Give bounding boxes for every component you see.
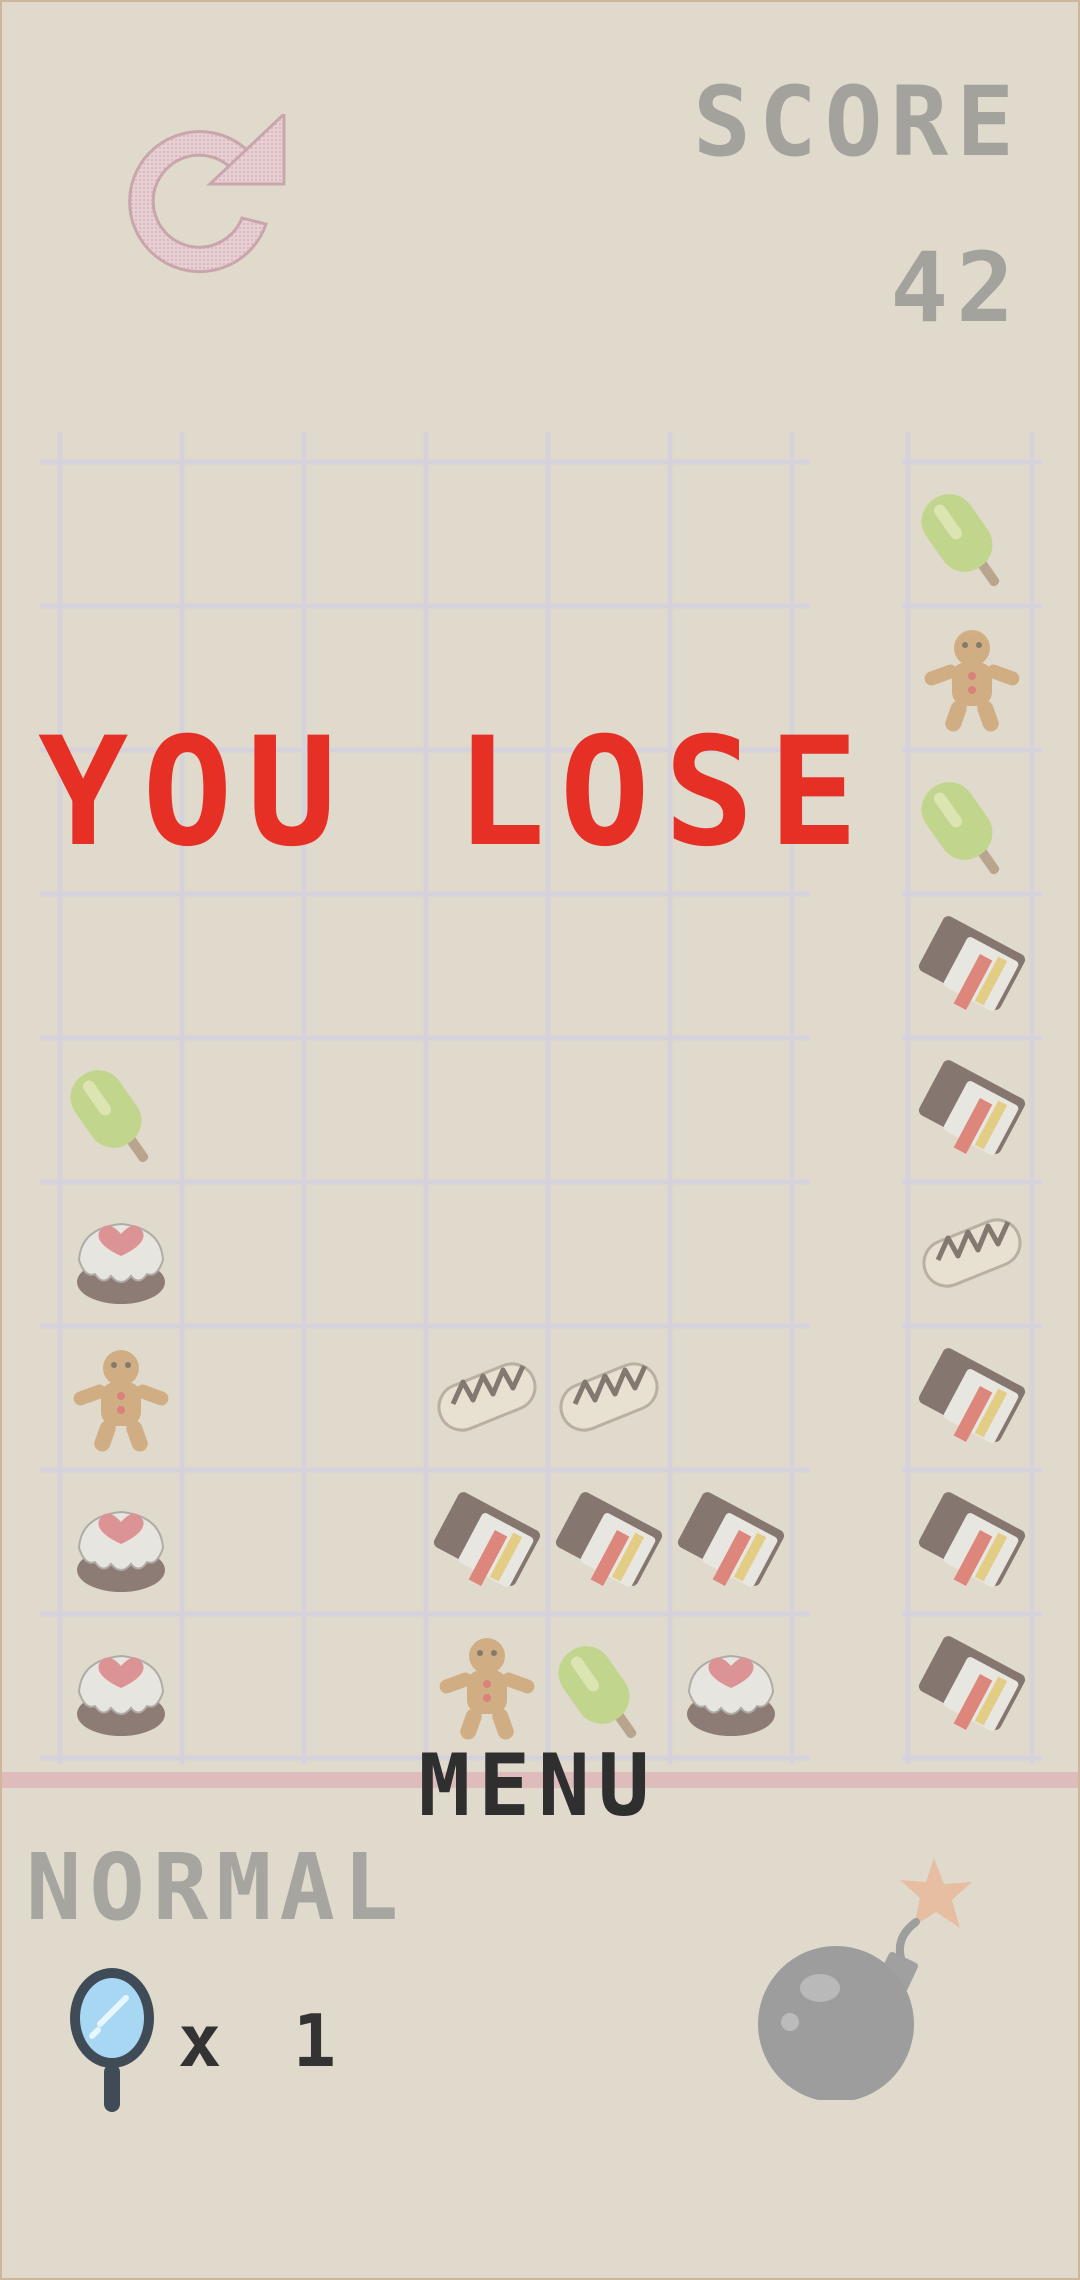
- board-piece-gingerbread: [73, 1350, 169, 1452]
- queue-piece-popsicle: [921, 782, 1000, 875]
- next-items-column: [902, 432, 1042, 1764]
- bomb-icon[interactable]: [754, 1838, 1016, 2100]
- queue-piece-eclair: [922, 1218, 1022, 1288]
- board-piece-eclair: [559, 1362, 659, 1432]
- magnifier-powerup[interactable]: x 1: [66, 1966, 350, 2116]
- queue-piece-chocolate: [918, 1492, 1026, 1587]
- you-lose-banner: YOU LOSE: [38, 706, 873, 880]
- board-piece-popsicle: [558, 1646, 637, 1739]
- board-piece-eclair: [437, 1362, 537, 1432]
- difficulty-label: NORMAL: [26, 1834, 407, 1941]
- board-piece-cake: [77, 1222, 165, 1304]
- board-piece-popsicle: [70, 1070, 149, 1163]
- queue-piece-gingerbread: [924, 630, 1020, 732]
- board-piece-chocolate: [677, 1492, 785, 1587]
- board-piece-chocolate: [555, 1492, 663, 1587]
- game-board[interactable]: [40, 432, 816, 1768]
- queue-piece-chocolate: [918, 1348, 1026, 1443]
- board-piece-chocolate: [433, 1492, 541, 1587]
- queue-piece-chocolate: [918, 1060, 1026, 1155]
- restart-icon[interactable]: [114, 114, 290, 290]
- board-piece-cake: [77, 1510, 165, 1592]
- menu-button[interactable]: MENU: [378, 1736, 698, 1836]
- game-screen: SCORE 42 YOU LOSE MENU NORMAL x 1: [0, 0, 1080, 2280]
- board-piece-cake: [77, 1654, 165, 1736]
- powerup-count: x 1: [178, 1999, 351, 2083]
- magnifier-icon: [70, 1968, 154, 2112]
- board-piece-gingerbread: [439, 1638, 535, 1740]
- queue-piece-chocolate: [918, 916, 1026, 1011]
- queue-piece-popsicle: [921, 494, 1000, 587]
- board-piece-cake: [687, 1654, 775, 1736]
- score-label: SCORE: [693, 66, 1022, 178]
- queue-piece-chocolate: [918, 1636, 1026, 1731]
- score-value: 42: [890, 232, 1022, 344]
